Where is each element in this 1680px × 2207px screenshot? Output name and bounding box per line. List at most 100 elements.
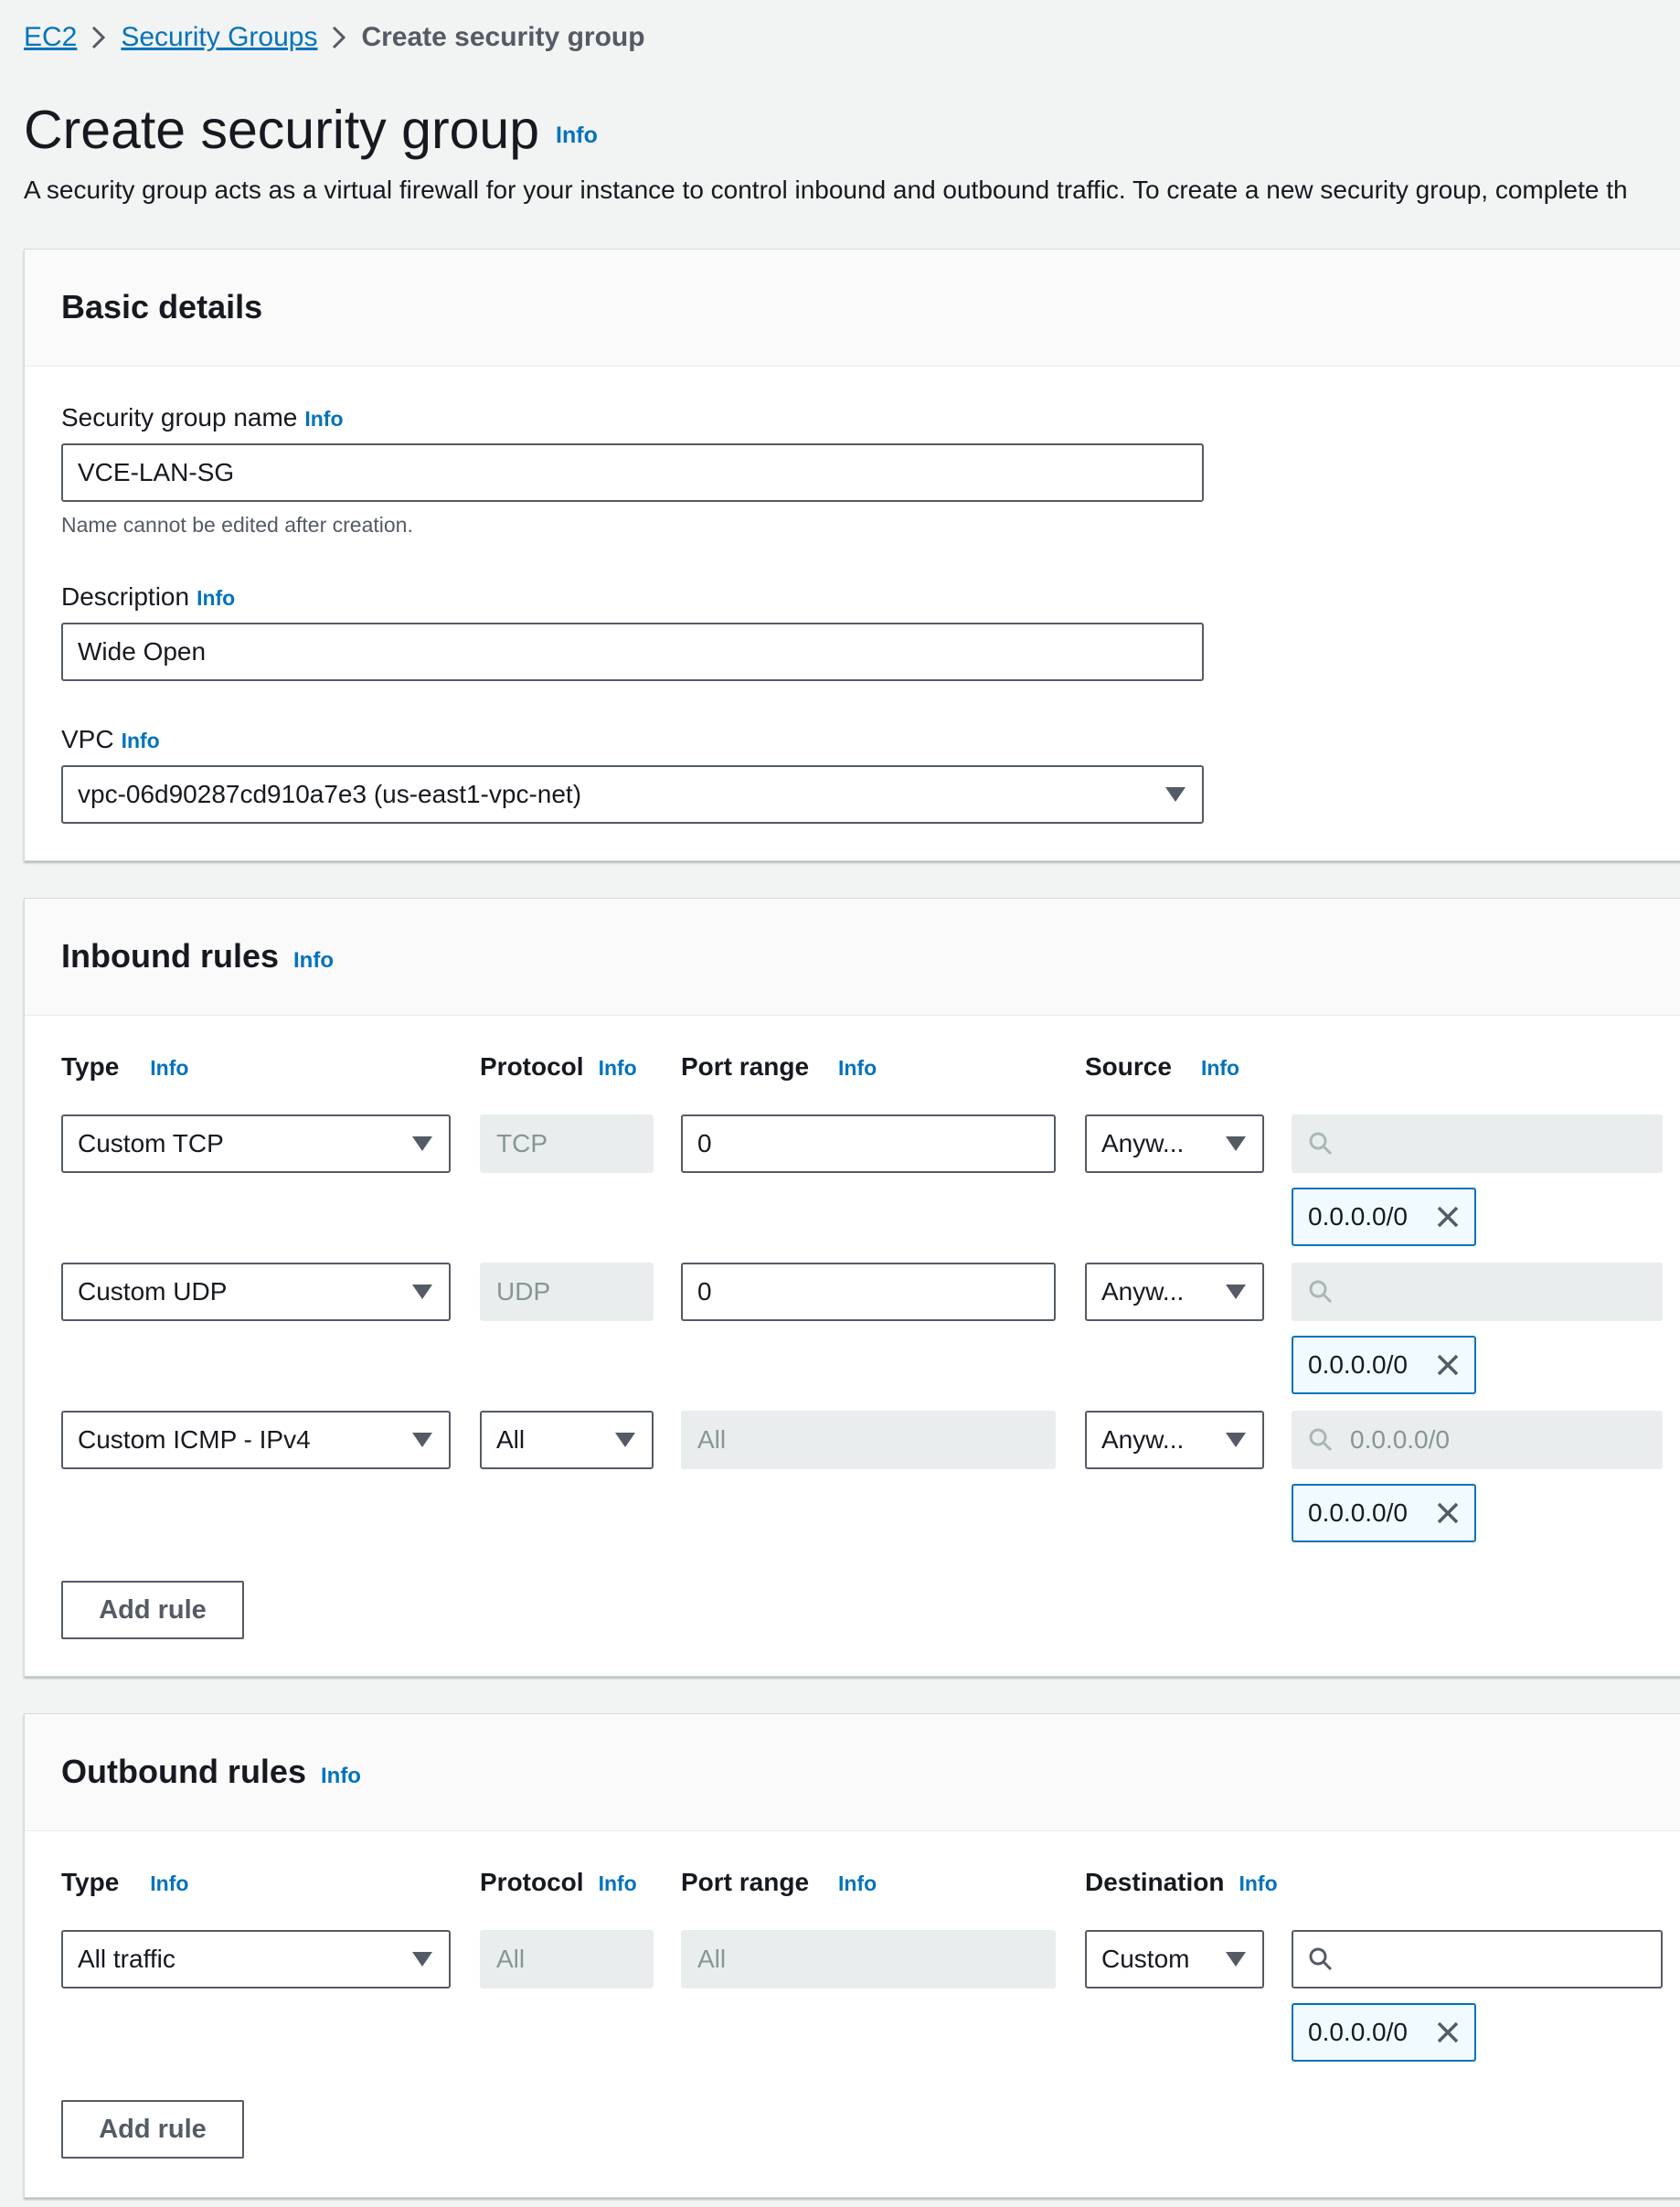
outbound-port-field: All xyxy=(681,1930,1056,1988)
inbound-rules-header: Inbound rules Info xyxy=(25,899,1680,1016)
inbound-port-value: All xyxy=(697,1425,727,1454)
basic-details-header: Basic details xyxy=(25,250,1680,367)
search-icon xyxy=(1309,1947,1333,1971)
inbound-protocol-value: UDP xyxy=(496,1277,551,1306)
outbound-cidr-token-value: 0.0.0.0/0 xyxy=(1308,2018,1408,2046)
inbound-cidr-token: 0.0.0.0/0 xyxy=(1292,1336,1476,1394)
page-title: Create security group Info xyxy=(24,99,598,161)
inbound-cidr-search[interactable] xyxy=(1292,1114,1663,1173)
page-info-link[interactable]: Info xyxy=(556,123,598,149)
inbound-type-select[interactable]: Custom UDP xyxy=(61,1263,451,1321)
caret-down-icon xyxy=(1226,1952,1246,1967)
inbound-source-value: Anyw... xyxy=(1101,1425,1185,1454)
outbound-type-info-link[interactable]: Info xyxy=(150,1871,188,1896)
inbound-port-value: 0 xyxy=(697,1277,712,1306)
caret-down-icon xyxy=(412,1433,432,1447)
close-icon[interactable] xyxy=(1434,2019,1462,2046)
inbound-type-select[interactable]: Custom ICMP - IPv4 xyxy=(61,1411,451,1469)
inbound-cidr-token-value: 0.0.0.0/0 xyxy=(1308,1350,1408,1379)
inbound-add-rule-button[interactable]: Add rule xyxy=(61,1581,244,1639)
inbound-col-source-text: Source xyxy=(1085,1052,1172,1081)
chevron-right-icon xyxy=(317,25,361,50)
outbound-col-type-text: Type xyxy=(61,1868,120,1896)
outbound-cidr-search[interactable] xyxy=(1292,1930,1663,1988)
inbound-cidr-search[interactable]: 0.0.0.0/0 xyxy=(1292,1411,1663,1469)
inbound-protocol-select[interactable]: All xyxy=(480,1411,654,1469)
outbound-protocol-field: All xyxy=(480,1930,654,1988)
outbound-destination-value: Custom xyxy=(1101,1945,1190,1973)
caret-down-icon xyxy=(412,1285,432,1299)
search-icon xyxy=(1309,1280,1333,1304)
outbound-rules-panel: Outbound rules Info Type Info Protocol I… xyxy=(24,1713,1680,2198)
inbound-rules-title: Inbound rules Info xyxy=(61,937,334,976)
inbound-col-type: Type Info xyxy=(61,1052,188,1082)
inbound-cidr-search[interactable] xyxy=(1292,1263,1663,1321)
inbound-source-select[interactable]: Anyw... xyxy=(1085,1263,1264,1321)
inbound-col-port-text: Port range xyxy=(681,1052,810,1081)
outbound-port-value: All xyxy=(697,1945,727,1973)
breadcrumb-current: Create security group xyxy=(361,22,645,52)
inbound-protocol-value: All xyxy=(496,1425,526,1454)
inbound-cidr-token-value: 0.0.0.0/0 xyxy=(1308,1202,1408,1231)
vpc-label-text: VPC xyxy=(61,725,114,753)
vpc-select[interactable]: vpc-06d90287cd910a7e3 (us-east1-vpc-net) xyxy=(61,765,1204,824)
chevron-right-icon xyxy=(77,25,121,50)
page-title-text: Create security group xyxy=(24,100,540,160)
inbound-type-info-link[interactable]: Info xyxy=(150,1056,188,1081)
inbound-cidr-token: 0.0.0.0/0 xyxy=(1292,1188,1476,1246)
outbound-protocol-info-link[interactable]: Info xyxy=(599,1871,637,1896)
description-info-link[interactable]: Info xyxy=(197,586,235,611)
inbound-col-type-text: Type xyxy=(61,1052,120,1081)
outbound-port-info-link[interactable]: Info xyxy=(838,1871,877,1896)
vpc-label: VPC Info xyxy=(61,725,160,754)
outbound-add-rule-button[interactable]: Add rule xyxy=(61,2100,244,2159)
breadcrumb-ec2[interactable]: EC2 xyxy=(24,22,77,53)
outbound-col-port: Port range Info xyxy=(681,1868,877,1897)
inbound-col-protocol-text: Protocol xyxy=(480,1052,584,1081)
close-icon[interactable] xyxy=(1434,1351,1462,1379)
inbound-source-select[interactable]: Anyw... xyxy=(1085,1411,1264,1469)
inbound-port-input[interactable]: 0 xyxy=(681,1263,1056,1321)
basic-details-panel: Basic details Security group name Info V… xyxy=(24,249,1680,861)
outbound-col-destination-text: Destination xyxy=(1085,1868,1225,1896)
outbound-rules-title: Outbound rules Info xyxy=(61,1753,361,1791)
inbound-port-value: 0 xyxy=(697,1129,712,1157)
inbound-port-info-link[interactable]: Info xyxy=(838,1056,877,1081)
outbound-rules-title-text: Outbound rules xyxy=(61,1753,306,1790)
inbound-col-protocol: Protocol Info xyxy=(480,1052,637,1082)
outbound-type-select[interactable]: All traffic xyxy=(61,1930,451,1988)
name-label: Security group name Info xyxy=(61,403,344,432)
outbound-col-port-text: Port range xyxy=(681,1868,810,1896)
outbound-destination-info-link[interactable]: Info xyxy=(1239,1871,1277,1896)
inbound-source-select[interactable]: Anyw... xyxy=(1085,1114,1264,1173)
inbound-rules-panel: Inbound rules Info Type Info Protocol In… xyxy=(24,898,1680,1677)
inbound-cidr-token: 0.0.0.0/0 xyxy=(1292,1484,1476,1542)
caret-down-icon xyxy=(1165,787,1186,802)
close-icon[interactable] xyxy=(1434,1203,1462,1231)
description-input[interactable]: Wide Open xyxy=(61,623,1204,681)
outbound-cidr-token: 0.0.0.0/0 xyxy=(1292,2003,1476,2062)
outbound-col-destination: Destination Info xyxy=(1085,1868,1278,1897)
basic-details-title-text: Basic details xyxy=(61,288,263,325)
security-group-name-input[interactable]: VCE-LAN-SG xyxy=(61,443,1204,502)
search-icon xyxy=(1309,1428,1333,1452)
inbound-col-source: Source Info xyxy=(1085,1052,1239,1082)
vpc-info-link[interactable]: Info xyxy=(122,729,160,753)
outbound-destination-select[interactable]: Custom xyxy=(1085,1930,1264,1988)
inbound-info-link[interactable]: Info xyxy=(293,948,334,974)
inbound-type-select[interactable]: Custom TCP xyxy=(61,1114,451,1173)
name-info-link[interactable]: Info xyxy=(304,407,343,432)
inbound-source-info-link[interactable]: Info xyxy=(1201,1056,1239,1081)
inbound-protocol-field: TCP xyxy=(480,1114,654,1173)
vpc-value: vpc-06d90287cd910a7e3 (us-east1-vpc-net) xyxy=(78,780,582,808)
inbound-cidr-token-value: 0.0.0.0/0 xyxy=(1308,1498,1408,1527)
breadcrumb-security-groups[interactable]: Security Groups xyxy=(121,22,317,53)
caret-down-icon xyxy=(1226,1136,1246,1151)
close-icon[interactable] xyxy=(1434,1499,1462,1527)
outbound-rules-header: Outbound rules Info xyxy=(25,1714,1680,1831)
outbound-info-link[interactable]: Info xyxy=(321,1764,361,1789)
caret-down-icon xyxy=(1226,1433,1246,1447)
inbound-protocol-info-link[interactable]: Info xyxy=(599,1056,637,1081)
inbound-port-input[interactable]: 0 xyxy=(681,1114,1056,1173)
basic-details-title: Basic details xyxy=(61,288,262,326)
